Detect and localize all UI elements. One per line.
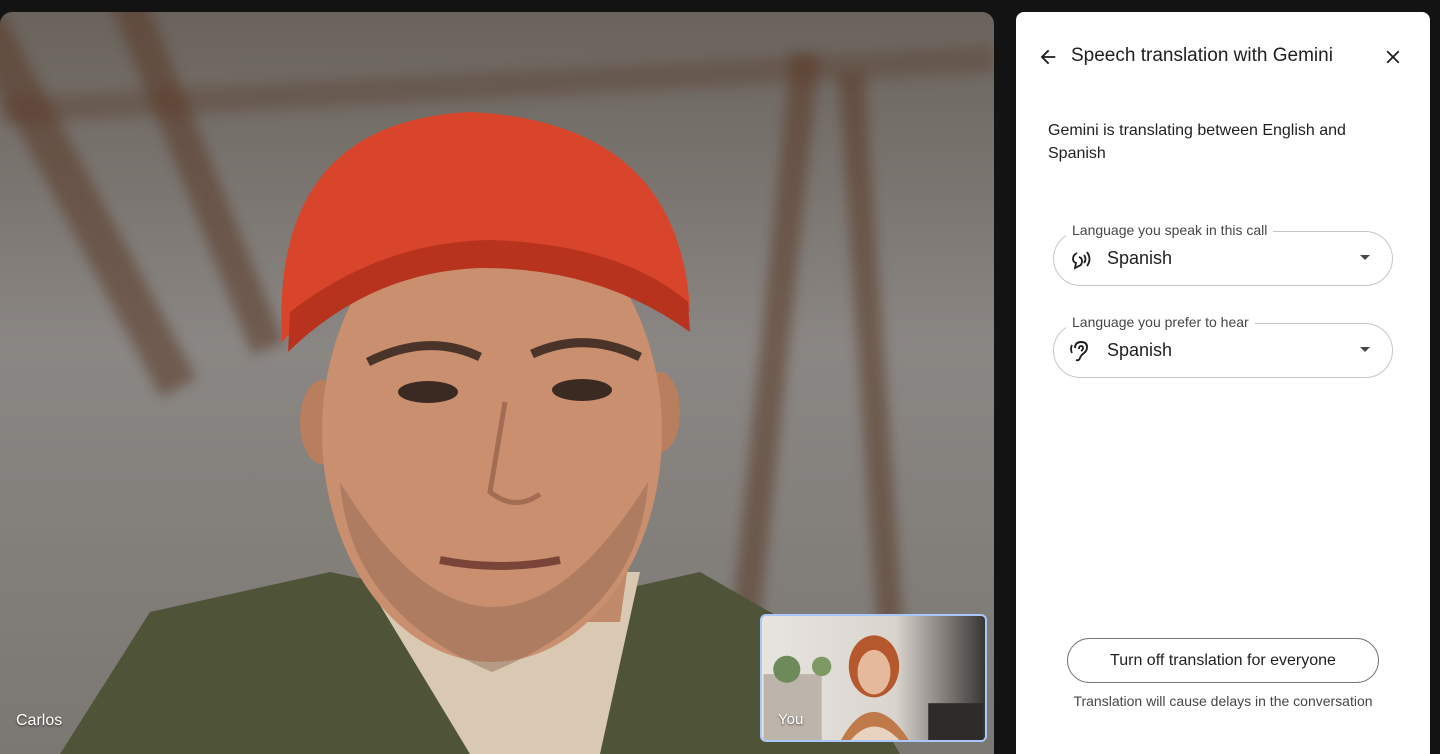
panel-header: Speech translation with Gemini bbox=[1016, 12, 1430, 102]
chevron-down-icon bbox=[1360, 347, 1370, 352]
speak-language-select[interactable]: Language you speak in this call Spanish bbox=[1053, 222, 1393, 286]
hear-language-label: Language you prefer to hear bbox=[1066, 314, 1255, 330]
self-view-tile[interactable]: You bbox=[760, 614, 987, 742]
hearing-icon bbox=[1070, 341, 1088, 362]
hear-language-select[interactable]: Language you prefer to hear Spanish bbox=[1053, 314, 1393, 378]
close-icon bbox=[1386, 50, 1400, 64]
hear-language-value: Spanish bbox=[1107, 340, 1173, 360]
close-button[interactable] bbox=[1373, 37, 1413, 77]
turn-off-translation-button[interactable]: Turn off translation for everyone bbox=[1067, 638, 1379, 683]
speak-language-value: Spanish bbox=[1107, 248, 1173, 268]
delay-note: Translation will cause delays in the con… bbox=[1073, 693, 1373, 709]
speak-language-label: Language you speak in this call bbox=[1066, 222, 1274, 238]
self-name-label: You bbox=[778, 711, 804, 728]
participant-name-label: Carlos bbox=[16, 712, 63, 729]
chevron-down-icon bbox=[1360, 255, 1370, 260]
back-button[interactable] bbox=[1028, 37, 1068, 77]
speaking-icon bbox=[1072, 251, 1091, 270]
panel-title: Speech translation with Gemini bbox=[1071, 45, 1333, 66]
translation-description: Gemini is translating between English an… bbox=[1048, 122, 1346, 162]
arrow-back-icon bbox=[1040, 49, 1056, 65]
translation-panel: Speech translation with Gemini Gemini is… bbox=[1016, 12, 1430, 754]
